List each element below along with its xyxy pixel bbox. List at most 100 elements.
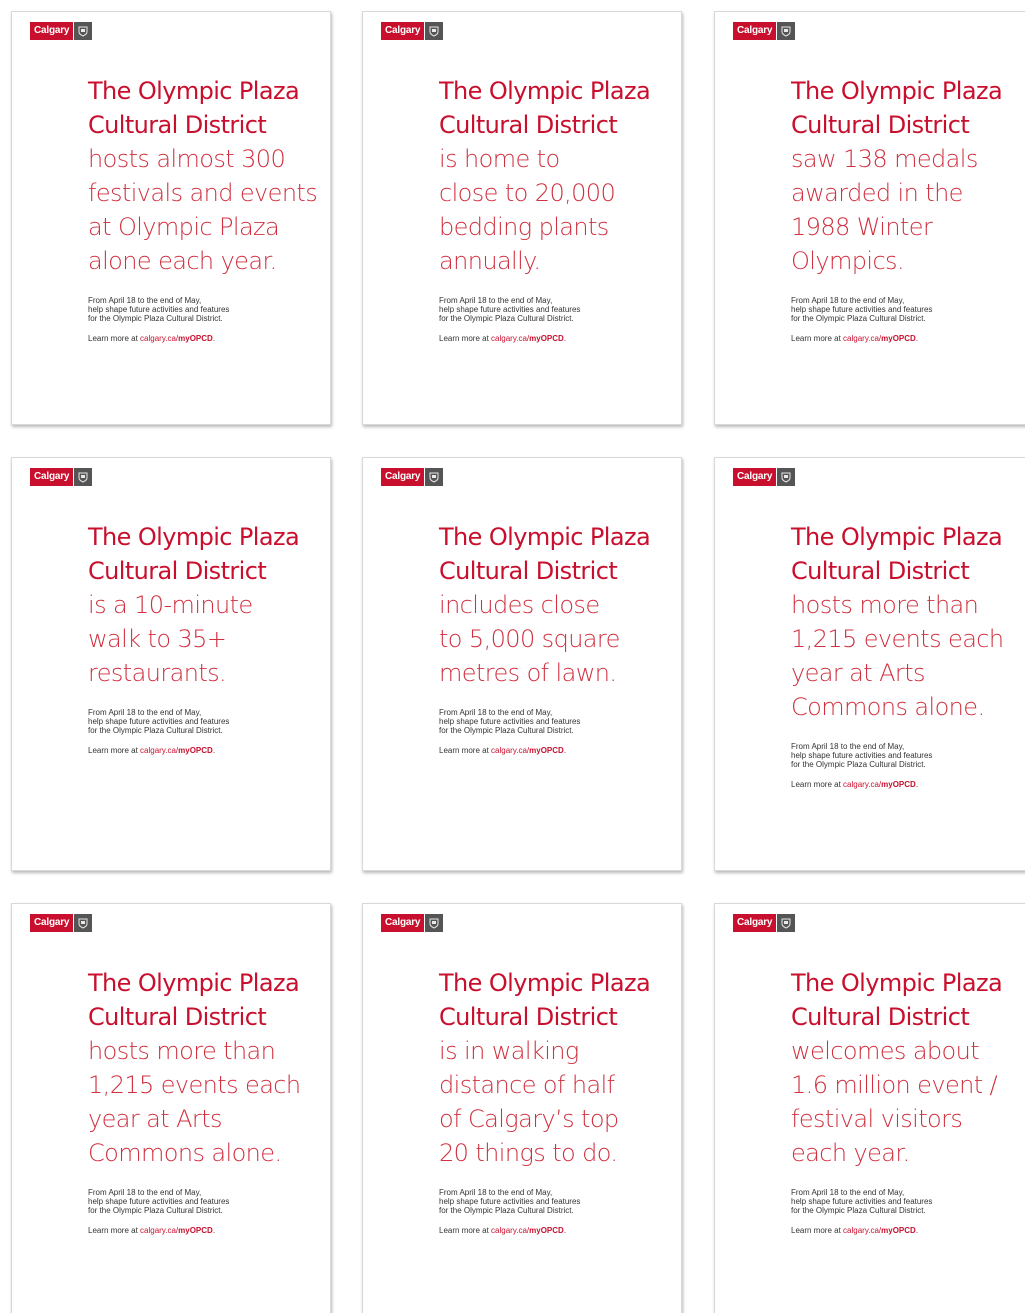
myopcd-link[interactable]: calgary.ca/myOPCD xyxy=(843,780,916,789)
poster-title-line2: Cultural District xyxy=(439,557,618,585)
poster-fact: is in walking distance of half of Calgar… xyxy=(439,1037,619,1167)
learn-more-prefix: Learn more at xyxy=(439,1226,492,1235)
poster-content: The Olympic Plaza Cultural District host… xyxy=(88,74,328,343)
poster-content: The Olympic Plaza Cultural District is h… xyxy=(439,74,679,343)
calgary-logo: Calgary xyxy=(733,914,796,932)
link-path: myOPCD xyxy=(178,746,213,755)
learn-more-line: Learn more at calgary.ca/myOPCD. xyxy=(439,334,679,343)
city-crest-icon xyxy=(777,914,796,932)
learn-more-prefix: Learn more at xyxy=(791,1226,844,1235)
learn-more-prefix: Learn more at xyxy=(88,746,141,755)
poster: Calgary The Olympic Plaza Cultural Distr… xyxy=(362,11,682,425)
poster-title-line2: Cultural District xyxy=(88,557,267,585)
myopcd-link[interactable]: calgary.ca/myOPCD xyxy=(843,1226,916,1235)
poster: Calgary The Olympic Plaza Cultural Distr… xyxy=(714,457,1025,871)
myopcd-link[interactable]: calgary.ca/myOPCD xyxy=(491,334,564,343)
link-path: myOPCD xyxy=(529,334,564,343)
poster-content: The Olympic Plaza Cultural District is i… xyxy=(439,966,679,1235)
myopcd-link[interactable]: calgary.ca/myOPCD xyxy=(140,334,213,343)
poster-body-text: From April 18 to the end of May, help sh… xyxy=(88,1188,230,1215)
learn-more-suffix: . xyxy=(915,1226,919,1235)
logo-wordmark: Calgary xyxy=(30,22,74,40)
poster-title-line1: The Olympic Plaza xyxy=(439,969,651,997)
calgary-logo: Calgary xyxy=(30,468,93,486)
poster-title-line1: The Olympic Plaza xyxy=(791,523,1003,551)
city-crest-icon xyxy=(777,22,796,40)
link-domain: calgary.ca/ xyxy=(491,334,530,343)
learn-more-suffix: . xyxy=(563,1226,567,1235)
poster-title-line2: Cultural District xyxy=(439,1003,618,1031)
city-crest-icon xyxy=(425,22,444,40)
learn-more-suffix: . xyxy=(212,1226,216,1235)
poster-fact: hosts more than 1,215 events each year a… xyxy=(791,591,1004,721)
learn-more-suffix: . xyxy=(212,334,216,343)
learn-more-prefix: Learn more at xyxy=(88,334,141,343)
learn-more-prefix: Learn more at xyxy=(88,1226,141,1235)
poster-content: The Olympic Plaza Cultural District host… xyxy=(88,966,328,1235)
poster-body-text: From April 18 to the end of May, help sh… xyxy=(439,1188,581,1215)
learn-more-line: Learn more at calgary.ca/myOPCD. xyxy=(88,746,328,755)
poster-title-line2: Cultural District xyxy=(88,1003,267,1031)
poster-fact: welcomes about 1.6 million event / festi… xyxy=(791,1037,998,1167)
logo-wordmark: Calgary xyxy=(30,914,74,932)
logo-wordmark: Calgary xyxy=(733,22,777,40)
poster-title-line1: The Olympic Plaza xyxy=(791,969,1003,997)
poster-title-line2: Cultural District xyxy=(791,111,970,139)
logo-wordmark: Calgary xyxy=(381,468,425,486)
poster: Calgary The Olympic Plaza Cultural Distr… xyxy=(362,457,682,871)
myopcd-link[interactable]: calgary.ca/myOPCD xyxy=(140,1226,213,1235)
learn-more-prefix: Learn more at xyxy=(439,334,492,343)
link-path: myOPCD xyxy=(881,334,916,343)
city-crest-icon xyxy=(425,468,444,486)
calgary-logo: Calgary xyxy=(733,468,796,486)
link-domain: calgary.ca/ xyxy=(843,780,882,789)
poster-body-text: From April 18 to the end of May, help sh… xyxy=(88,296,230,323)
link-path: myOPCD xyxy=(178,334,213,343)
learn-more-line: Learn more at calgary.ca/myOPCD. xyxy=(88,1226,328,1235)
learn-more-prefix: Learn more at xyxy=(791,334,844,343)
myopcd-link[interactable]: calgary.ca/myOPCD xyxy=(491,746,564,755)
learn-more-line: Learn more at calgary.ca/myOPCD. xyxy=(439,746,679,755)
poster-title-line1: The Olympic Plaza xyxy=(88,77,300,105)
poster-fact: saw 138 medals awarded in the 1988 Winte… xyxy=(791,145,978,275)
poster-body-text: From April 18 to the end of May, help sh… xyxy=(791,742,933,769)
poster-grid: Calgary The Olympic Plaza Cultural Distr… xyxy=(0,0,1025,1313)
link-path: myOPCD xyxy=(178,1226,213,1235)
learn-more-prefix: Learn more at xyxy=(439,746,492,755)
poster-body-text: From April 18 to the end of May, help sh… xyxy=(88,708,230,735)
myopcd-link[interactable]: calgary.ca/myOPCD xyxy=(843,334,916,343)
poster-title-line2: Cultural District xyxy=(791,1003,970,1031)
poster: Calgary The Olympic Plaza Cultural Distr… xyxy=(714,11,1025,425)
learn-more-line: Learn more at calgary.ca/myOPCD. xyxy=(791,1226,1025,1235)
myopcd-link[interactable]: calgary.ca/myOPCD xyxy=(140,746,213,755)
calgary-logo: Calgary xyxy=(30,22,93,40)
poster-body-text: From April 18 to the end of May, help sh… xyxy=(439,708,581,735)
link-domain: calgary.ca/ xyxy=(140,1226,179,1235)
poster-title-line2: Cultural District xyxy=(439,111,618,139)
learn-more-prefix: Learn more at xyxy=(791,780,844,789)
calgary-logo: Calgary xyxy=(381,914,444,932)
poster-fact: hosts more than 1,215 events each year a… xyxy=(88,1037,301,1167)
poster-title-line1: The Olympic Plaza xyxy=(88,969,300,997)
poster-content: The Olympic Plaza Cultural District saw … xyxy=(791,74,1025,343)
logo-wordmark: Calgary xyxy=(381,914,425,932)
learn-more-suffix: . xyxy=(563,334,567,343)
poster: Calgary The Olympic Plaza Cultural Distr… xyxy=(11,11,331,425)
link-domain: calgary.ca/ xyxy=(491,746,530,755)
poster: Calgary The Olympic Plaza Cultural Distr… xyxy=(11,903,331,1313)
link-path: myOPCD xyxy=(529,746,564,755)
learn-more-suffix: . xyxy=(212,746,216,755)
myopcd-link[interactable]: calgary.ca/myOPCD xyxy=(491,1226,564,1235)
poster-title-line1: The Olympic Plaza xyxy=(88,523,300,551)
learn-more-line: Learn more at calgary.ca/myOPCD. xyxy=(791,334,1025,343)
poster-title-line1: The Olympic Plaza xyxy=(439,523,651,551)
poster: Calgary The Olympic Plaza Cultural Distr… xyxy=(362,903,682,1313)
poster-fact: is home to close to 20,000 bedding plant… xyxy=(439,145,616,275)
poster-content: The Olympic Plaza Cultural District host… xyxy=(791,520,1025,789)
poster-content: The Olympic Plaza Cultural District is a… xyxy=(88,520,328,755)
city-crest-icon xyxy=(425,914,444,932)
learn-more-line: Learn more at calgary.ca/myOPCD. xyxy=(791,780,1025,789)
logo-wordmark: Calgary xyxy=(733,468,777,486)
learn-more-suffix: . xyxy=(915,780,919,789)
poster-title-line1: The Olympic Plaza xyxy=(791,77,1003,105)
